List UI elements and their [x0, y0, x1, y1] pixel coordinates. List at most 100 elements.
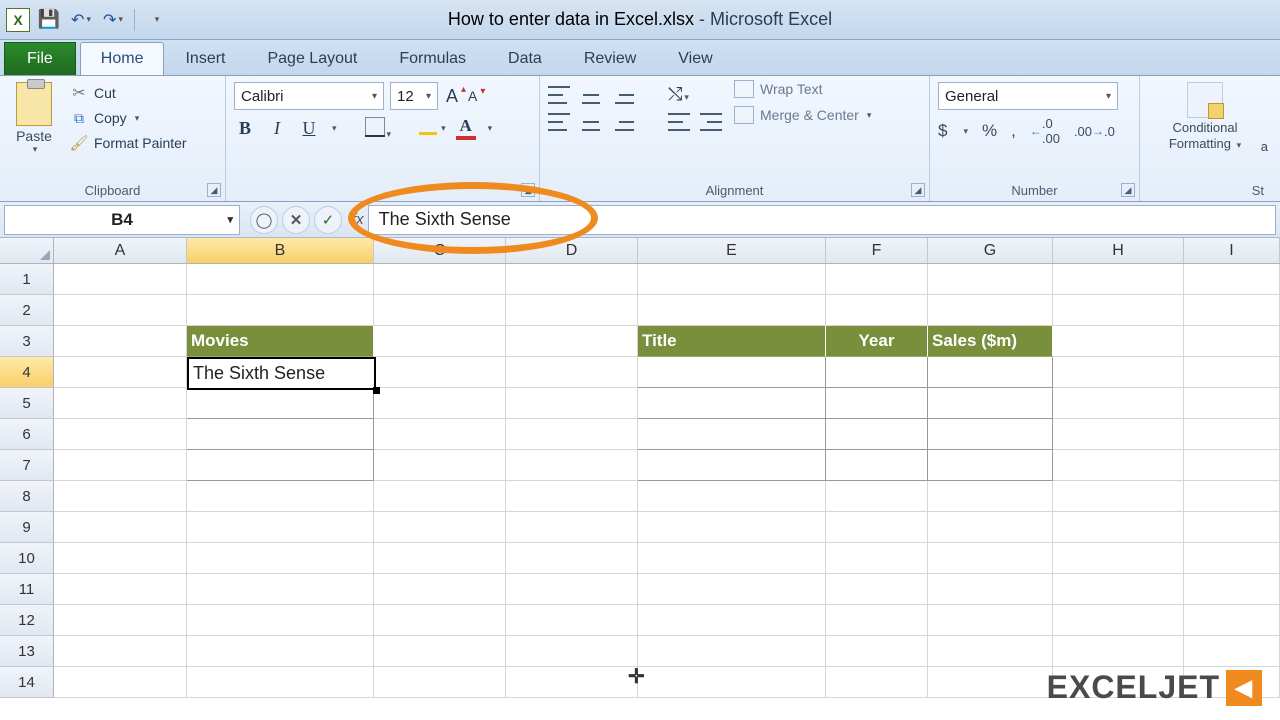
tab-page-layout[interactable]: Page Layout	[246, 42, 378, 75]
cell[interactable]	[506, 636, 638, 667]
cell[interactable]	[54, 543, 187, 574]
tab-view[interactable]: View	[657, 42, 733, 75]
row-header[interactable]: 14	[0, 667, 54, 698]
cell[interactable]	[187, 605, 374, 636]
align-center-button[interactable]	[580, 113, 602, 131]
dialog-launcher-icon[interactable]: ◢	[911, 183, 925, 197]
cell[interactable]	[54, 357, 187, 388]
cell[interactable]	[374, 326, 506, 357]
wrap-text-button[interactable]: Wrap Text	[734, 80, 871, 98]
cell[interactable]	[826, 357, 928, 388]
cell[interactable]	[826, 574, 928, 605]
col-header-D[interactable]: D	[506, 238, 638, 263]
paste-button[interactable]: Paste ▾	[8, 80, 60, 199]
cell[interactable]	[374, 667, 506, 698]
spreadsheet-grid[interactable]: A B C D E F G H I 1 2 3MoviesTitleYearSa…	[0, 238, 1280, 698]
cell[interactable]	[1184, 357, 1280, 388]
cell[interactable]	[54, 512, 187, 543]
tab-file[interactable]: File	[4, 42, 76, 75]
col-header-C[interactable]: C	[374, 238, 506, 263]
cell[interactable]	[54, 636, 187, 667]
dialog-launcher-icon[interactable]: ◢	[207, 183, 221, 197]
cell[interactable]	[1053, 450, 1184, 481]
cell[interactable]	[826, 543, 928, 574]
cell[interactable]	[928, 543, 1053, 574]
cell[interactable]	[1053, 419, 1184, 450]
font-name-combo[interactable]: Calibri ▾	[234, 82, 384, 110]
cell[interactable]	[638, 636, 826, 667]
cell[interactable]	[1053, 481, 1184, 512]
format-painter-button[interactable]: 🖌 Format Painter	[66, 132, 191, 154]
dialog-launcher-icon[interactable]: ◢	[521, 183, 535, 197]
cell[interactable]	[374, 543, 506, 574]
cell[interactable]	[638, 264, 826, 295]
cell[interactable]	[187, 388, 374, 419]
cell[interactable]	[638, 512, 826, 543]
row-header[interactable]: 2	[0, 295, 54, 326]
chevron-down-icon[interactable]: ▾	[963, 126, 968, 137]
copy-button[interactable]: ⧉ Copy ▾	[66, 107, 191, 129]
cell[interactable]	[1053, 264, 1184, 295]
cell-header-sales[interactable]: Sales ($m)	[928, 326, 1053, 357]
cell[interactable]	[1184, 574, 1280, 605]
cell[interactable]	[1184, 450, 1280, 481]
cell[interactable]	[506, 326, 638, 357]
cell[interactable]	[1053, 326, 1184, 357]
fx-icon[interactable]: fx	[352, 211, 364, 228]
cell[interactable]	[1184, 295, 1280, 326]
number-format-combo[interactable]: General ▾	[938, 82, 1118, 110]
increase-decimal-button[interactable]: ←.0.00	[1030, 116, 1060, 146]
row-header[interactable]: 1	[0, 264, 54, 295]
row-header[interactable]: 3	[0, 326, 54, 357]
cell[interactable]	[54, 326, 187, 357]
cell[interactable]	[638, 419, 826, 450]
cell[interactable]	[1184, 512, 1280, 543]
cell[interactable]	[826, 512, 928, 543]
name-box[interactable]: B4 ▾	[4, 205, 240, 235]
cell[interactable]	[374, 450, 506, 481]
row-header[interactable]: 8	[0, 481, 54, 512]
row-header[interactable]: 11	[0, 574, 54, 605]
cell[interactable]	[1053, 295, 1184, 326]
decrease-indent-button[interactable]	[668, 113, 690, 131]
tab-home[interactable]: Home	[80, 42, 165, 75]
cell[interactable]	[1053, 357, 1184, 388]
cell[interactable]	[374, 636, 506, 667]
cell[interactable]	[506, 543, 638, 574]
cell[interactable]	[928, 388, 1053, 419]
cell[interactable]	[506, 295, 638, 326]
cell[interactable]	[928, 295, 1053, 326]
cell[interactable]	[374, 419, 506, 450]
cell[interactable]	[187, 264, 374, 295]
cut-button[interactable]: ✂ Cut	[66, 82, 191, 104]
conditional-formatting-button[interactable]: ConditionalFormatting ▾	[1148, 80, 1262, 151]
cell[interactable]	[928, 512, 1053, 543]
col-header-G[interactable]: G	[928, 238, 1053, 263]
tab-insert[interactable]: Insert	[164, 42, 246, 75]
cell[interactable]	[638, 667, 826, 698]
cell[interactable]	[928, 667, 1053, 698]
increase-indent-button[interactable]	[700, 113, 722, 131]
cell[interactable]	[374, 357, 506, 388]
cell-header-movies[interactable]: Movies	[187, 326, 374, 357]
cell[interactable]	[506, 357, 638, 388]
cell-header-title[interactable]: Title	[638, 326, 826, 357]
cell[interactable]	[1184, 326, 1280, 357]
cell[interactable]	[1184, 543, 1280, 574]
cell[interactable]	[928, 264, 1053, 295]
tab-data[interactable]: Data	[487, 42, 563, 75]
cell[interactable]	[826, 388, 928, 419]
undo-button[interactable]: ↶▾	[68, 7, 94, 33]
cell[interactable]	[187, 636, 374, 667]
cell[interactable]	[187, 295, 374, 326]
align-top-button[interactable]	[548, 86, 570, 104]
col-header-B[interactable]: B	[187, 238, 374, 263]
cell[interactable]	[374, 512, 506, 543]
col-header-H[interactable]: H	[1053, 238, 1184, 263]
cell[interactable]	[826, 481, 928, 512]
cell[interactable]	[54, 264, 187, 295]
merge-center-button[interactable]: Merge & Center ▾	[734, 106, 871, 124]
cell[interactable]	[928, 450, 1053, 481]
borders-button[interactable]: ▾	[365, 117, 392, 140]
excel-logo-icon[interactable]: X	[6, 8, 30, 32]
